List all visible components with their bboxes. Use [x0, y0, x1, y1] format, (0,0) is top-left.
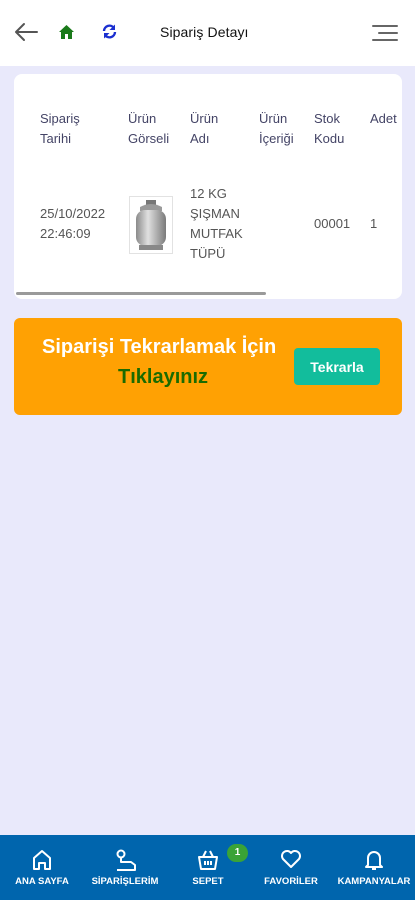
nav-item-campaigns[interactable]: KAMPANYALAR — [333, 835, 415, 900]
column-header-product-name: Ürün Adı — [190, 111, 219, 146]
order-date-cell: 25/10/2022 22:46:09 — [40, 206, 106, 241]
basket-icon — [198, 850, 218, 870]
stock-code-cell: 00001 — [314, 216, 351, 231]
nav-label: SİPARİŞLERİM — [91, 876, 159, 887]
horizontal-scrollbar-thumb[interactable] — [16, 292, 266, 295]
reorder-banner: Siparişi Tekrarlamak İçin Tıklayınız Tek… — [14, 318, 402, 415]
reorder-prompt: Siparişi Tekrarlamak İçin — [42, 336, 277, 358]
nav-item-favorites[interactable]: FAVORİLER — [258, 835, 324, 900]
page-title: Sipariş Detayı — [160, 24, 249, 40]
nav-item-home[interactable]: ANA SAYFA — [4, 835, 80, 900]
column-header-quantity: Adet — [370, 111, 397, 126]
product-image[interactable] — [129, 196, 173, 254]
nav-item-cart[interactable]: SEPET — [178, 835, 238, 900]
nav-label: SEPET — [192, 876, 224, 887]
column-header-stock-code: Stok Kodu — [314, 111, 345, 146]
nav-label: KAMPANYALAR — [337, 876, 411, 887]
orders-icon — [116, 849, 136, 871]
nav-item-orders[interactable]: SİPARİŞLERİM — [85, 835, 165, 900]
column-header-order-date: Sipariş Tarihi — [40, 111, 80, 146]
refresh-icon[interactable] — [101, 23, 118, 45]
bottom-navigation: ANA SAYFA SİPARİŞLERİM SEPET FAVORİLER K… — [0, 835, 415, 900]
column-header-product-image: Ürün Görseli — [128, 111, 170, 146]
nav-label: ANA SAYFA — [15, 876, 69, 887]
quantity-cell: 1 — [370, 216, 378, 231]
gas-cylinder-icon — [136, 200, 166, 250]
order-detail-table: Sipariş Tarihi Ürün Görseli Ürün Adı Ürü… — [14, 74, 402, 299]
back-arrow-icon[interactable] — [13, 20, 39, 49]
bell-icon — [365, 851, 383, 870]
nav-label: FAVORİLER — [264, 876, 318, 887]
reorder-button[interactable]: Tekrarla — [294, 348, 380, 385]
reorder-click-text: Tıklayınız — [118, 366, 209, 388]
cart-count-badge: 1 — [227, 844, 248, 862]
app-header: Sipariş Detayı — [0, 0, 415, 66]
heart-icon — [281, 850, 301, 868]
column-header-product-content: Ürün İçeriği — [259, 111, 294, 146]
product-name-cell: 12 KG ŞIŞMAN MUTFAK TÜPÜ — [190, 186, 243, 261]
menu-icon[interactable] — [372, 24, 398, 47]
home-icon[interactable] — [58, 24, 75, 45]
home-outline-icon — [33, 850, 51, 870]
